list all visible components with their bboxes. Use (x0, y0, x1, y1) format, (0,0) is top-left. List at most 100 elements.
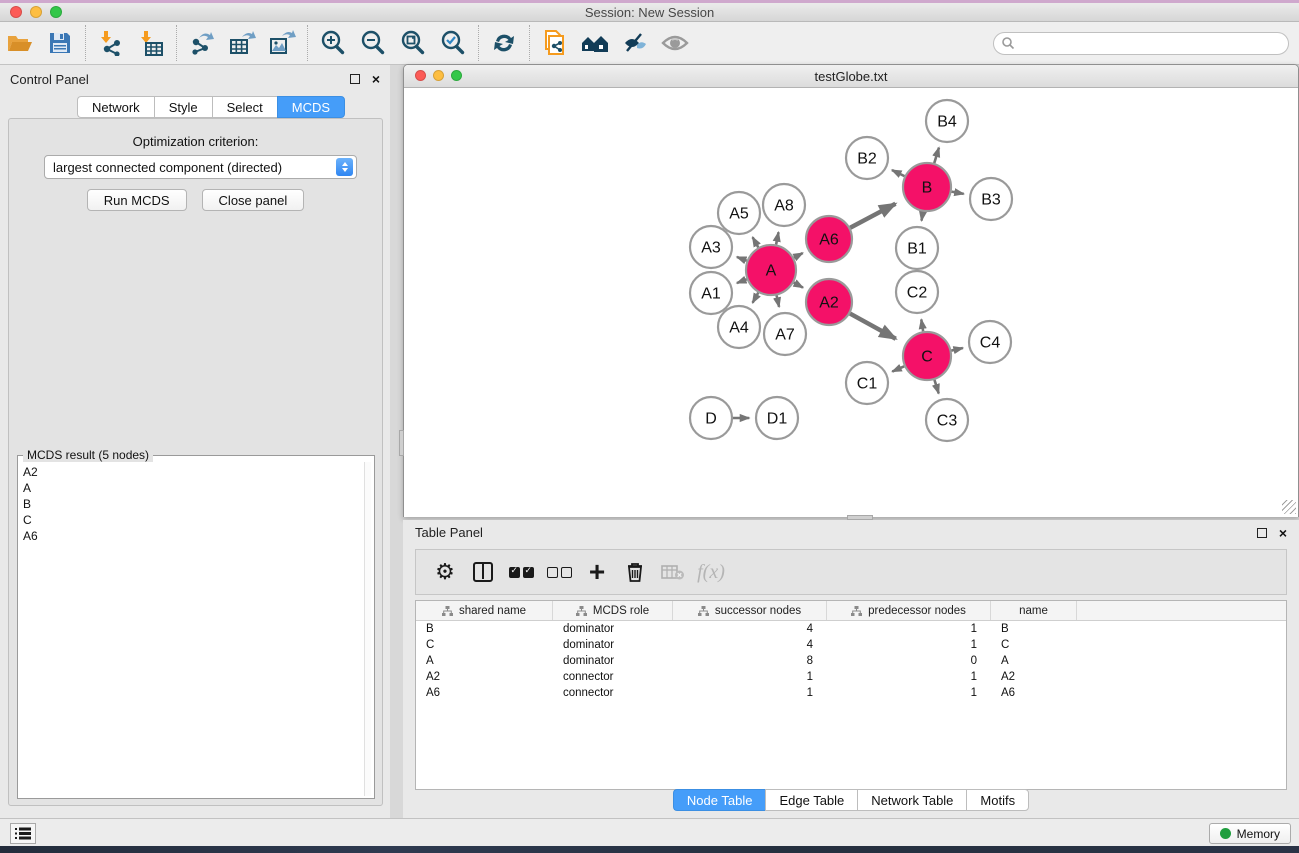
window-titlebar[interactable]: Session: New Session (0, 3, 1299, 22)
function-builder-icon[interactable]: f(x) (692, 555, 730, 589)
column-visibility-icon[interactable] (464, 555, 502, 589)
zoom-out-icon[interactable] (353, 25, 393, 61)
graph-edge-B-B3[interactable] (952, 192, 964, 194)
graph-edge-B-B4[interactable] (934, 148, 939, 164)
add-column-icon[interactable]: + (578, 555, 616, 589)
deselect-all-icon[interactable] (540, 555, 578, 589)
network-window-titlebar[interactable]: testGlobe.txt (404, 65, 1298, 88)
column-header-name[interactable]: name (991, 601, 1077, 620)
mcds-result-item[interactable]: B (20, 496, 362, 512)
table-cell[interactable]: 4 (673, 621, 827, 637)
graph-edge-B-B1[interactable] (921, 212, 922, 221)
mcds-result-item[interactable]: A6 (20, 528, 362, 544)
table-cell[interactable]: A2 (416, 669, 553, 685)
graph-edge-A-A7[interactable] (777, 295, 780, 306)
import-network-icon[interactable] (91, 25, 131, 61)
graph-edge-A-A4[interactable] (753, 293, 759, 303)
float-panel-icon[interactable] (350, 74, 360, 84)
network-window-controls[interactable] (415, 70, 462, 81)
mcds-result-item[interactable]: A2 (20, 464, 362, 480)
table-cell[interactable]: 0 (827, 653, 991, 669)
table-cell[interactable] (1077, 685, 1286, 701)
select-all-icon[interactable] (502, 555, 540, 589)
table-cell[interactable]: A (416, 653, 553, 669)
tab-mcds[interactable]: MCDS (277, 96, 345, 118)
window-controls[interactable] (10, 6, 62, 18)
tab-node-table[interactable]: Node Table (673, 789, 766, 811)
column-header-successor-nodes[interactable]: successor nodes (673, 601, 827, 620)
column-header-shared-name[interactable]: shared name (416, 601, 553, 620)
window-resize-grip[interactable] (1282, 500, 1296, 514)
graph-edge-A2-C[interactable] (850, 314, 896, 339)
zoom-fit-icon[interactable] (393, 25, 433, 61)
table-cell[interactable]: A6 (991, 685, 1077, 701)
export-network-icon[interactable] (182, 25, 222, 61)
close-panel-icon[interactable]: × (372, 74, 380, 84)
tab-style[interactable]: Style (154, 96, 212, 118)
table-row[interactable]: A2connector11A2 (416, 669, 1286, 685)
float-panel-icon[interactable] (1257, 528, 1267, 538)
table-cell[interactable] (1077, 637, 1286, 653)
zoom-window-button[interactable] (50, 6, 62, 18)
table-cell[interactable]: 1 (673, 669, 827, 685)
table-cell[interactable]: 1 (673, 685, 827, 701)
table-cell[interactable]: C (991, 637, 1077, 653)
table-cell[interactable]: dominator (553, 621, 673, 637)
delete-column-icon[interactable] (616, 555, 654, 589)
import-table-icon[interactable] (131, 25, 171, 61)
table-cell[interactable]: A6 (416, 685, 553, 701)
network-close-button[interactable] (415, 70, 426, 81)
table-cell[interactable]: dominator (553, 653, 673, 669)
mcds-result-item[interactable]: C (20, 512, 362, 528)
table-cell[interactable]: 1 (827, 637, 991, 653)
save-session-icon[interactable] (40, 25, 80, 61)
table-cell[interactable]: connector (553, 669, 673, 685)
open-session-icon[interactable] (0, 25, 40, 61)
table-cell[interactable]: A (991, 653, 1077, 669)
table-options-gear-icon[interactable]: ⚙ (426, 555, 464, 589)
table-cell[interactable] (1077, 621, 1286, 637)
table-cell[interactable]: A2 (991, 669, 1077, 685)
tab-motifs[interactable]: Motifs (966, 789, 1029, 811)
table-cell[interactable]: C (416, 637, 553, 653)
tab-select[interactable]: Select (212, 96, 277, 118)
graph-edge-C-C3[interactable] (934, 380, 938, 394)
table-cell[interactable]: connector (553, 685, 673, 701)
table-cell[interactable]: 1 (827, 685, 991, 701)
delete-table-icon[interactable] (654, 555, 692, 589)
criterion-dropdown[interactable]: largest connected component (directed) (44, 155, 357, 179)
table-cell[interactable] (1077, 653, 1286, 669)
network-canvas[interactable]: B4B2BB3B1A5A8A6A3AA1A4A7A2C2CC4C1C3DD1 (404, 88, 1298, 517)
graph-edge-C-C2[interactable] (921, 319, 923, 331)
graph-edge-C-C4[interactable] (951, 348, 962, 351)
table-cell[interactable]: dominator (553, 637, 673, 653)
export-table-icon[interactable] (222, 25, 262, 61)
mcds-result-item[interactable]: A (20, 480, 362, 496)
table-cell[interactable]: B (416, 621, 553, 637)
graph-edge-A-A2[interactable] (794, 283, 803, 288)
close-panel-button[interactable]: Close panel (202, 189, 305, 211)
graph-edge-A-A1[interactable] (737, 279, 747, 283)
tab-network[interactable]: Network (77, 96, 154, 118)
table-row[interactable]: Bdominator41B (416, 621, 1286, 637)
network-zoom-button[interactable] (451, 70, 462, 81)
graph-edge-A-A6[interactable] (794, 253, 803, 258)
column-header-predecessor-nodes[interactable]: predecessor nodes (827, 601, 991, 620)
table-row[interactable]: Cdominator41C (416, 637, 1286, 653)
mcds-result-list[interactable]: A2ABCA6 (20, 464, 362, 796)
minimize-window-button[interactable] (30, 6, 42, 18)
zoom-in-icon[interactable] (313, 25, 353, 61)
table-cell[interactable]: 1 (827, 621, 991, 637)
export-image-icon[interactable] (262, 25, 302, 61)
close-panel-icon[interactable]: × (1279, 528, 1287, 538)
table-row[interactable]: A6connector11A6 (416, 685, 1286, 701)
close-window-button[interactable] (10, 6, 22, 18)
show-graphics-details-icon[interactable] (615, 25, 655, 61)
birds-eye-view-icon[interactable] (655, 25, 695, 61)
table-cell[interactable]: 4 (673, 637, 827, 653)
network-minimize-button[interactable] (433, 70, 444, 81)
first-neighbors-icon[interactable] (575, 25, 615, 61)
run-mcds-button[interactable]: Run MCDS (87, 189, 187, 211)
graph-edge-C-C1[interactable] (892, 366, 904, 371)
table-row[interactable]: Adominator80A (416, 653, 1286, 669)
